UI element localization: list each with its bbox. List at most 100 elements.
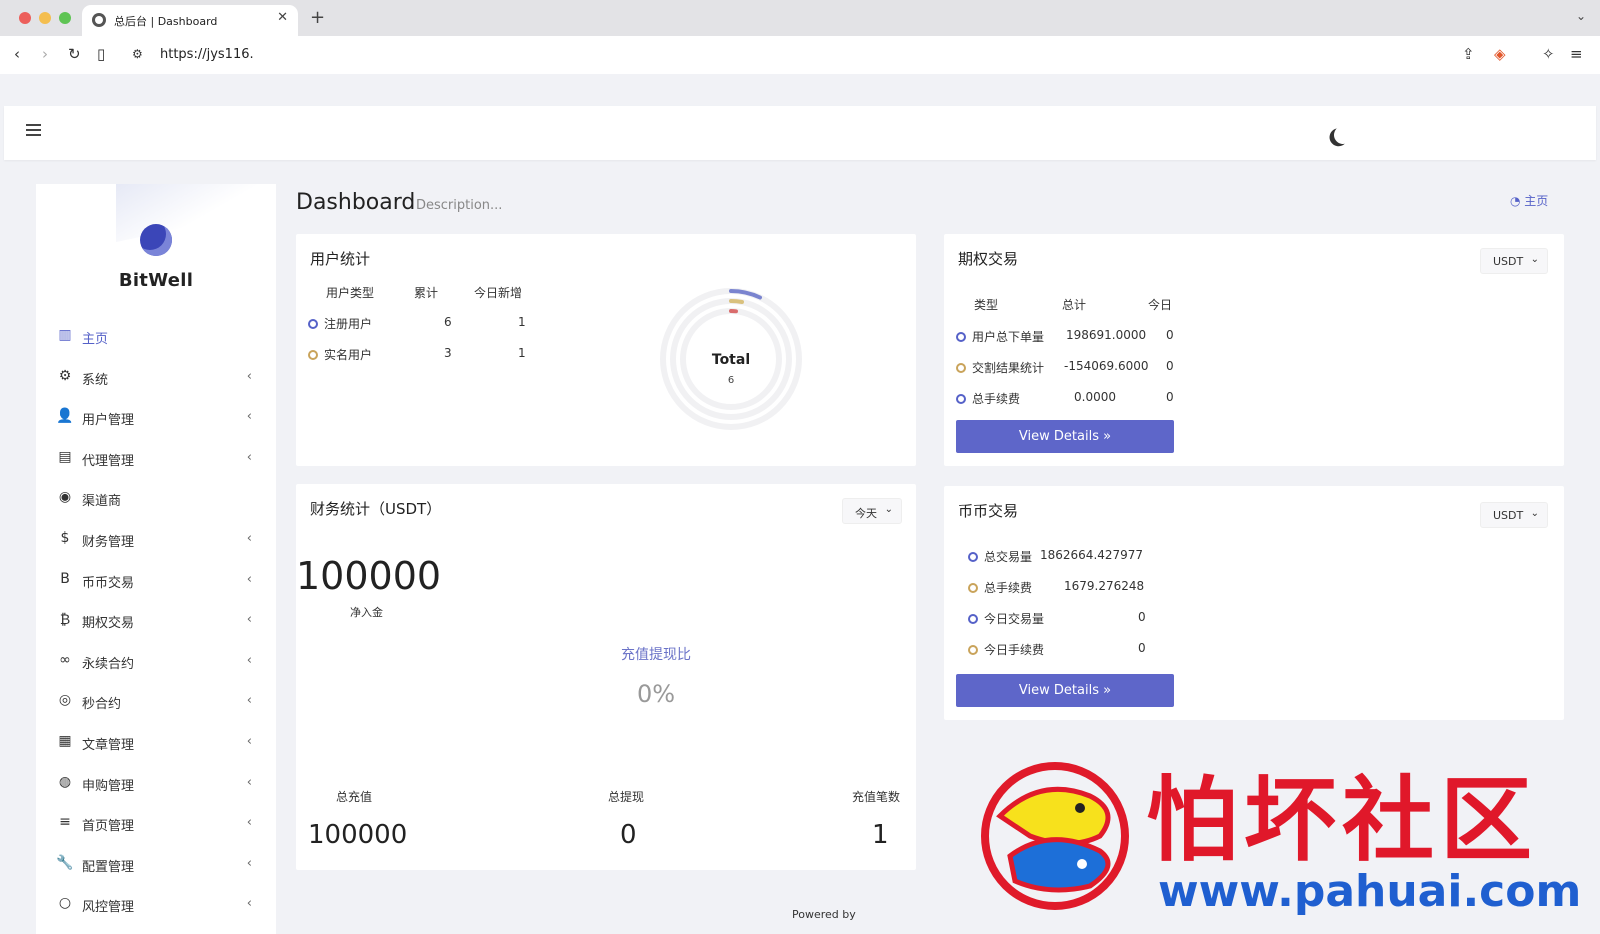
sidebar-item-7[interactable]: ₿ 期权交易 ‹ [36, 600, 276, 641]
donut-value: 6 [728, 375, 734, 386]
user-stats-table: 用户类型 累计 今日新增 注册用户 6 1 实名用户 3 1 [296, 234, 556, 374]
browser-tab[interactable]: 总后台 | Dashboard ✕ [82, 5, 298, 36]
sidebar-item-label: 文章管理 [82, 737, 135, 753]
col-header-total: 总计 [1062, 298, 1087, 312]
sidebar-item-0[interactable]: ▥ 主页 [36, 316, 276, 357]
sidebar-item-5[interactable]: $ 财务管理 ‹ [36, 519, 276, 560]
sidebar-decoration [116, 184, 276, 243]
sidebar-item-label: 系统 [82, 372, 109, 388]
close-tab-icon[interactable]: ✕ [277, 10, 288, 25]
globe-icon [92, 13, 106, 27]
legend-ring-icon [956, 363, 966, 373]
tab-list-chevron-icon[interactable]: ⌄ [1576, 9, 1586, 23]
table-cell: 0 [1166, 390, 1174, 404]
sidebar-item-4[interactable]: ◉ 渠道商 [36, 478, 276, 519]
list-value: 0 [1138, 641, 1146, 655]
sidebar-item-label: 币币交易 [82, 575, 135, 591]
reload-icon[interactable]: ↻ [68, 45, 81, 63]
sidebar-item-label: 期权交易 [82, 616, 135, 632]
wrench-icon: 🔧 [56, 854, 74, 871]
dashboard-icon: ◔ [1510, 194, 1525, 208]
legend-ring-icon [968, 583, 978, 593]
list-item: 总交易量 [968, 548, 1032, 565]
spot-view-details-button[interactable]: View Details » [956, 674, 1174, 707]
sidebar-item-13[interactable]: 🔧 配置管理 ‹ [36, 844, 276, 885]
sidebar-item-1[interactable]: ⚙ 系统 ‹ [36, 357, 276, 398]
chevron-left-icon: ‹ [246, 449, 252, 465]
sidebar-item-8[interactable]: ∞ 永续合约 ‹ [36, 641, 276, 682]
sidebar-item-9[interactable]: ◎ 秒合约 ‹ [36, 681, 276, 722]
sidebar-item-6[interactable]: B 币币交易 ‹ [36, 560, 276, 601]
maximize-window-button[interactable] [59, 12, 71, 24]
options-trading-table: 类型 总计 今日 用户总下单量 198691.0000 0 交割结果统计 -15… [944, 234, 1204, 406]
assistant-icon[interactable]: ✧ [1542, 45, 1555, 63]
list-icon: ≡ [59, 814, 71, 831]
list-item: 总手续费 [968, 579, 1032, 596]
donut-arc-verified [729, 298, 744, 304]
dark-mode-toggle-icon[interactable] [1333, 125, 1354, 146]
sidebar-item-11[interactable]: ◍ 申购管理 ‹ [36, 763, 276, 804]
sidebar-item-14[interactable]: ○ 风控管理 ‹ [36, 884, 276, 925]
finance-stats-title: 财务统计（USDT） [310, 500, 442, 518]
bookmark-icon[interactable]: ▯ [97, 45, 105, 63]
hamburger-menu-icon[interactable] [26, 124, 41, 136]
table-cell: 6 [444, 315, 452, 329]
dot-circle-icon: ◎ [58, 692, 72, 709]
sidebar-item-label: 主页 [82, 332, 109, 347]
share-icon[interactable]: ⇪ [1462, 45, 1475, 63]
legend-ring-icon [968, 552, 978, 562]
finance-period-select[interactable]: 今天 ⌄ [842, 498, 902, 524]
sidebar-item-3[interactable]: ▤ 代理管理 ‹ [36, 438, 276, 479]
spot-currency-select[interactable]: USDT ⌄ [1480, 502, 1548, 528]
col-header-today: 今日 [1148, 298, 1173, 312]
table-cell: 0.0000 [1074, 390, 1116, 404]
dollar-icon: $ [60, 529, 70, 546]
site-settings-icon[interactable]: ⚙ [132, 47, 143, 61]
watermark-cn-text: 怕坏社区 [1146, 767, 1539, 874]
breadcrumb[interactable]: ◔ 主页 [1510, 192, 1548, 209]
list-item: 今日手续费 [968, 641, 1044, 658]
total-deposit-label: 总充值 [336, 790, 373, 804]
sidebar-item-10[interactable]: ▦ 文章管理 ‹ [36, 722, 276, 763]
page-title: Dashboard [296, 190, 416, 215]
forward-icon[interactable]: › [42, 45, 48, 63]
browser-menu-icon[interactable]: ≡ [1570, 45, 1583, 63]
address-bar: ‹ › ↻ ▯ ⚙ https://jys116. ⇪ ◈ ✧ ≡ [0, 36, 1600, 74]
bitwell-logo-icon [140, 224, 172, 256]
table-cell: 1 [518, 315, 526, 329]
sidebar-item-12[interactable]: ≡ 首页管理 ‹ [36, 803, 276, 844]
sidebar-item-label: 永续合约 [82, 656, 135, 672]
donut-arc-registered [729, 289, 762, 300]
spot-trading-card: 币币交易 USDT ⌄ 总交易量 1862664.427977 总手续费 1679… [944, 486, 1564, 720]
legend-ring-icon [968, 614, 978, 624]
user-stats-donut: Total 6 [660, 288, 802, 430]
user-circle-icon: ◉ [58, 489, 72, 506]
back-icon[interactable]: ‹ [14, 45, 20, 63]
col-header-today: 今日新增 [474, 286, 523, 300]
brand-name: BitWell [118, 270, 194, 291]
table-cell: -154069.6000 [1064, 359, 1149, 373]
legend-ring-icon [308, 350, 318, 360]
total-withdraw-value: 0 [620, 820, 637, 850]
deposit-count-value: 1 [872, 820, 889, 850]
table-row: 交割结果统计 [956, 359, 1044, 376]
minimize-window-button[interactable] [39, 12, 51, 24]
bar-chart-icon: ▥ [58, 327, 72, 343]
fish-logo-icon [981, 762, 1129, 910]
table-cell: 1 [518, 346, 526, 360]
list-item: 今日交易量 [968, 610, 1044, 627]
chevron-left-icon: ‹ [246, 368, 252, 384]
brave-shield-icon[interactable]: ◈ [1494, 45, 1506, 63]
options-currency-select[interactable]: USDT ⌄ [1480, 248, 1548, 274]
legend-ring-icon [956, 394, 966, 404]
chevron-left-icon: ‹ [246, 693, 252, 709]
options-view-details-button[interactable]: View Details » [956, 420, 1174, 453]
new-tab-button[interactable]: + [310, 7, 325, 28]
close-window-button[interactable] [19, 12, 31, 24]
net-deposit-value: 100000 [296, 554, 442, 598]
table-cell: 3 [444, 346, 452, 360]
id-card-icon: ▤ [58, 448, 72, 465]
sidebar-item-label: 风控管理 [82, 900, 135, 916]
sidebar-item-2[interactable]: 👤 用户管理 ‹ [36, 397, 276, 438]
url-field[interactable]: https://jys116. [160, 47, 254, 62]
